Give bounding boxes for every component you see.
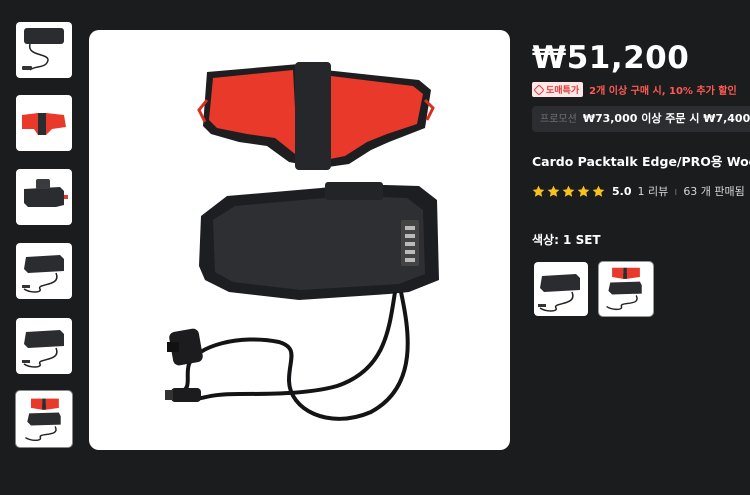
product-title: Cardo Packtalk Edge/PRO용 Wood Mount (532, 154, 750, 169)
review-count-link[interactable]: 1 리뷰 (638, 183, 669, 199)
wholesale-badge-label: 도매특가 (546, 86, 580, 96)
star-icon (547, 185, 560, 197)
product-thumbnail-image (24, 179, 68, 207)
option-mount-only[interactable] (534, 262, 588, 316)
product-thumbnail-image (22, 28, 64, 71)
star-icon (562, 185, 575, 197)
promotion-label: 프로모션 (540, 114, 577, 125)
option-1-set-selected[interactable] (599, 262, 653, 316)
divider: ı (674, 184, 678, 198)
thumbnail-6-selected[interactable] (16, 391, 72, 447)
thumbnail-2[interactable] (16, 95, 72, 151)
promotion-banner[interactable]: 프로모션 ₩73,000 이상 주문 시 ₩7,400 할인 (532, 106, 750, 132)
sold-count: 63 개 판매됨 (683, 185, 745, 198)
wholesale-badge: 도매특가 (532, 82, 584, 97)
product-thumbnail-image (22, 255, 64, 293)
star-icon (532, 185, 545, 197)
main-product-image[interactable] (89, 30, 510, 450)
rating-row: 5.0 1 리뷰 ı 63 개 판매됨 (532, 183, 745, 199)
option-image (538, 274, 580, 312)
product-thumbnail-image (25, 398, 61, 442)
product-photo (165, 62, 439, 421)
thumbnail-3[interactable] (16, 169, 72, 225)
product-info-panel: ₩51,200 도매특가 2개 이상 구매 시, 10% 추가 할인 프로모션 ₩7… (532, 0, 750, 495)
thumbnail-5[interactable] (16, 318, 72, 374)
product-thumbnail-image (22, 113, 66, 135)
thumbnail-1[interactable] (16, 22, 72, 78)
discount-row: 도매특가 2개 이상 구매 시, 10% 추가 할인 (532, 82, 737, 97)
rating-score: 5.0 (612, 184, 632, 198)
star-icon (592, 185, 605, 197)
tag-icon (533, 84, 545, 96)
option-label: 색상: 1 SET (532, 233, 601, 247)
product-price: ₩51,200 (532, 40, 690, 76)
thumbnail-4[interactable] (16, 243, 72, 299)
option-image (606, 267, 642, 311)
product-thumbnail-image (22, 330, 64, 368)
promotion-text: ₩73,000 이상 주문 시 ₩7,400 할인 (582, 112, 750, 125)
star-icon (577, 185, 590, 197)
bulk-discount-note: 2개 이상 구매 시, 10% 추가 할인 (589, 86, 737, 97)
thumbnail-list (0, 0, 80, 495)
